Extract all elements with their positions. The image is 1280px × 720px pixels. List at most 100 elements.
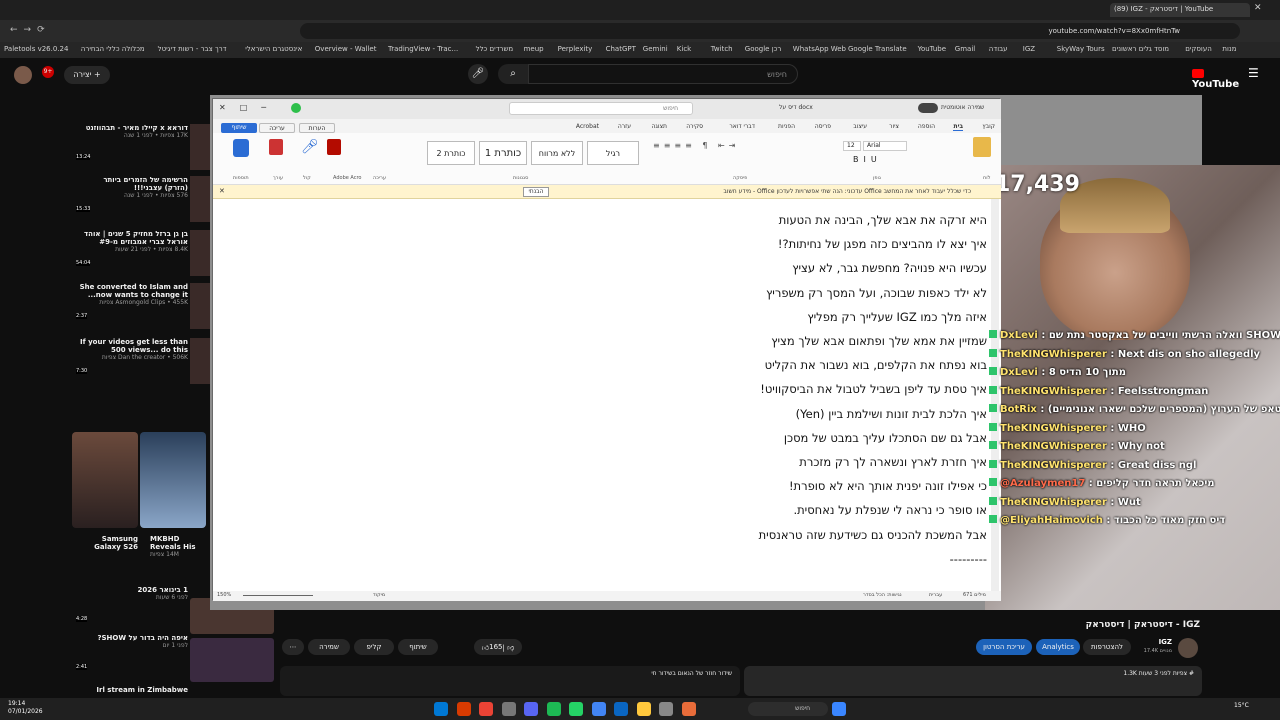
paragraph-controls[interactable]: ≡≡≡≡ ¶ ⇤⇥ [653, 141, 833, 165]
chat-username[interactable]: DxLevi [1000, 367, 1038, 378]
like-button[interactable]: 👍︎ 165 | 👎︎ [474, 639, 522, 655]
taskbar-app-icon[interactable] [456, 702, 471, 716]
banner-button[interactable]: הבנתי [523, 187, 549, 197]
sidebar-video-item[interactable]: MKBHD Reveals His 14M צפיות [150, 535, 208, 558]
style-heading-1[interactable]: כותרת 1 [479, 141, 527, 165]
chat-username[interactable]: TheKINGWhisperer [1000, 460, 1107, 471]
bookmark-item[interactable]: meup [524, 45, 544, 53]
focus-mode[interactable]: מיקוד [373, 592, 385, 598]
channel-name[interactable]: IGZ [1159, 638, 1172, 646]
document-line[interactable]: שמזיין את אמא שלך ופתאום אבא שלך מציץ [771, 334, 987, 348]
bookmark-item[interactable]: עבודה [989, 45, 1008, 53]
ribbon-tab[interactable]: הפניות [778, 123, 795, 130]
taskbar-app-icon[interactable] [681, 702, 696, 716]
ribbon-tab[interactable]: ציור [889, 123, 899, 130]
document-line[interactable]: איך חזרת לארץ ונשארה לך רק מזכרת [799, 455, 987, 469]
window-controls[interactable]: ✕ [1254, 3, 1274, 17]
style-heading-2[interactable]: כותרת 2 [427, 141, 475, 165]
youtube-logo[interactable]: YouTube [1192, 68, 1242, 90]
document-line[interactable]: היא זרקה את אבא שלך, הבינה את הטעות [779, 213, 987, 227]
zoom-level[interactable]: 150% [217, 592, 231, 598]
bookmark-item[interactable]: העוסקים [1185, 45, 1212, 53]
video-thumbnail[interactable] [190, 124, 210, 170]
copilot-icon[interactable] [291, 103, 301, 113]
taskbar-app-icon[interactable] [636, 702, 651, 716]
document-line[interactable]: איך הלכת לבית זונות ושילמת ביין (Yen) [796, 407, 987, 421]
bookmark-item[interactable]: TradingView - Trac... [388, 45, 458, 53]
word-search-input[interactable]: חיפוש [509, 102, 693, 115]
ribbon-tab[interactable]: פריסה [815, 123, 831, 130]
bookmark-item[interactable]: Gemini [643, 45, 668, 53]
document-line[interactable]: בוא נפתח את הקלפים, בוא נשבור את הקליט [765, 358, 987, 372]
ribbon-tab[interactable]: סקירה [686, 123, 703, 130]
taskbar-app-icon[interactable] [524, 702, 538, 716]
document-line[interactable]: איך טסת עד ליפן בשביל לטבול את הביסקוויט… [760, 382, 987, 396]
edit-video-button[interactable]: עריכת הסרטון [976, 639, 1032, 655]
analytics-button[interactable]: Analytics [1036, 639, 1080, 655]
description-box[interactable]: 1.3K צפיות לפני 3 שעות # [744, 666, 1202, 696]
menu-icon[interactable]: ☰ [1248, 66, 1259, 80]
document-line[interactable]: או סופר כי נראה לי שנפלת על נאחסית. [793, 503, 987, 517]
channel-avatar[interactable] [1178, 638, 1198, 658]
autosave-toggle[interactable] [918, 103, 938, 113]
style-normal[interactable]: רגיל [587, 141, 639, 165]
language-status[interactable]: עברית [929, 592, 942, 598]
chat-username[interactable]: @EliyahHaimovich [1000, 515, 1103, 526]
bookmark-item[interactable]: Google רכן [745, 45, 781, 53]
chat-username[interactable]: DxLevi [1000, 330, 1038, 341]
sidebar-video-item[interactable]: הרשימה של הזמרים ביותר (הזרק) עצבני!!! 57… [76, 176, 188, 212]
ribbon-tab[interactable]: בית [953, 123, 963, 131]
bookmark-item[interactable]: SkyWay Tours [1057, 45, 1105, 53]
chat-username[interactable]: TheKINGWhisperer [1000, 497, 1107, 508]
document-line[interactable]: לא ילד כאפות שבוכה, ועל המסך רק משפריץ [766, 286, 987, 300]
clip-button[interactable]: קליפ [354, 639, 394, 655]
short-thumbnail-1[interactable] [72, 432, 138, 528]
chat-username[interactable]: TheKINGWhisperer [1000, 441, 1107, 452]
share-mode-button[interactable]: עריכה [259, 123, 295, 133]
bookmark-item[interactable]: WhatsApp Web [793, 45, 846, 53]
bookmark-item[interactable]: Paletools v26.0.24 [4, 45, 68, 53]
taskbar-app-icon[interactable] [546, 702, 561, 716]
dictate-icon[interactable]: 🎤︎ [301, 139, 319, 157]
taskbar-search[interactable]: חיפוש [748, 702, 828, 716]
taskbar-app-icon[interactable] [434, 702, 448, 716]
document-body[interactable]: היא זרקה את אבא שלך, הבינה את הטעות איך י… [213, 199, 1001, 591]
bookmark-item[interactable]: YouTube [918, 45, 946, 53]
ribbon-tab[interactable]: דברי דואר [729, 123, 755, 130]
bookmark-item[interactable]: Perplexity [558, 45, 593, 53]
bookmark-item[interactable]: Kick [677, 45, 691, 53]
chat-username[interactable]: BotRix [1000, 404, 1037, 415]
accessibility-status[interactable]: נגישות: הכל בסדר [863, 592, 902, 598]
search-input[interactable]: חיפוש [528, 64, 798, 84]
ribbon-tab[interactable]: Acrobat [576, 123, 599, 130]
url-field[interactable]: youtube.com/watch?v=8Xx0mfHtnTw [300, 23, 1240, 39]
ribbon-tab[interactable]: עיצוב [853, 123, 867, 130]
ribbon-tab[interactable]: תצוגה [651, 123, 667, 130]
chat-username[interactable]: TheKINGWhisperer [1000, 386, 1107, 397]
sidebar-video-item[interactable]: 1 בינואר 2026 לפני 6 שעות 4:28 [76, 586, 188, 622]
taskbar-app-icon[interactable] [659, 702, 673, 716]
bookmark-item[interactable]: מכלולה כללי הבחירה [81, 45, 145, 53]
sidebar-video-item[interactable]: בן גן ברזל מחזיק 5 שנים | אוהד אוראל צבר… [76, 230, 188, 266]
comments-button[interactable]: הערות [299, 123, 335, 133]
chat-username[interactable]: TheKINGWhisperer [1000, 423, 1107, 434]
close-icon[interactable]: ✕ [219, 187, 225, 195]
bookmark-item[interactable]: Twitch [711, 45, 733, 53]
video-thumbnail[interactable] [190, 176, 210, 222]
bookmark-item[interactable]: משרדים כלל [476, 45, 514, 53]
browser-tab-active[interactable]: (89) IGZ - דיסטראק | YouTube [1110, 3, 1250, 17]
chat-username[interactable]: @Azulaymen17 [1000, 478, 1085, 489]
style-no-spacing[interactable]: ללא מרווח [531, 141, 583, 165]
bookmark-item[interactable]: מוסד גלים ראשונים [1112, 45, 1169, 53]
bookmark-item[interactable]: Gmail [955, 45, 975, 53]
bookmark-item[interactable]: Google Translate [848, 45, 907, 53]
bookmark-item[interactable]: אינסטגרם הישראלי [245, 45, 302, 53]
format-buttons[interactable]: BIU [853, 155, 882, 164]
document-line[interactable]: איך יצא לו מהביצים כזה מפגן של נחיתות?! [778, 237, 987, 251]
chat-replay-box[interactable]: שידור חוזר של הנאום בשידור חי [280, 666, 740, 696]
video-thumbnail[interactable] [190, 283, 210, 329]
clock[interactable]: 19:14 07/01/2026 [8, 700, 43, 716]
ribbon-tab[interactable]: עזרה [618, 123, 631, 130]
start-icon[interactable] [832, 702, 846, 716]
sidebar-video-item[interactable]: איפה היה בדור על SHOW? לפני 1 יום 2:41 [76, 634, 188, 670]
